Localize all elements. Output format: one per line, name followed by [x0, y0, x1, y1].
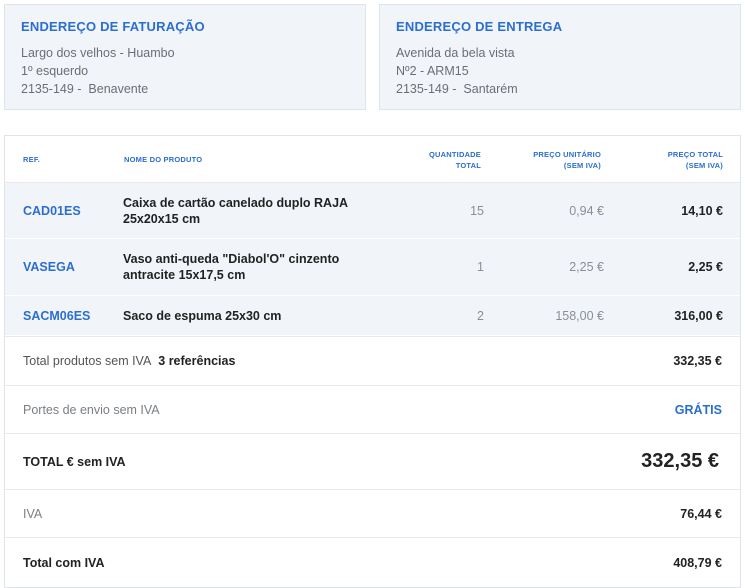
shipping-cost-value: GRÁTIS: [674, 402, 722, 417]
billing-address-card: ENDEREÇO DE FATURAÇÃO Largo dos velhos -…: [4, 4, 366, 110]
header-quantity-line2: TOTAL: [455, 160, 481, 170]
vat-value: 76,44 €: [680, 506, 722, 521]
header-unit-price-line1: PREÇO UNITÁRIO: [533, 149, 601, 159]
billing-address-line: Largo dos velhos - Huambo: [21, 46, 175, 60]
table-row: VASEGA Vaso anti-queda "Diabol'O" cinzen…: [5, 239, 740, 296]
vat-row: IVA 76,44 €: [5, 489, 740, 537]
products-subtotal-text: Total produtos sem IVA: [23, 354, 152, 368]
header-total-price-line2: (SEM IVA): [685, 160, 723, 170]
product-unit-price: 0,94 €: [569, 203, 604, 218]
product-name: Vaso anti-queda "Diabol'O" cinzento antr…: [123, 252, 340, 282]
total-incl-vat-label: Total com IVA: [23, 555, 105, 570]
products-subtotal-value: 332,35 €: [673, 354, 722, 368]
product-quantity: 1: [477, 260, 484, 274]
product-total-price: 2,25 €: [688, 260, 723, 274]
header-ref: REF.: [23, 155, 41, 164]
vat-label: IVA: [23, 506, 43, 521]
product-ref-link[interactable]: SACM06ES: [23, 296, 90, 335]
products-subtotal-row: Total produtos sem IVA 3 referências 332…: [5, 336, 740, 385]
product-ref-link[interactable]: VASEGA: [23, 239, 75, 295]
header-quantity-line1: QUANTIDADE: [429, 149, 481, 159]
table-row: SACM06ES Saco de espuma 25x30 cm 2 158,0…: [5, 296, 740, 336]
total-excl-vat-value: 332,35 €: [638, 450, 722, 473]
total-incl-vat-value: 408,79 €: [673, 555, 722, 570]
shipping-cost-label: Portes de envio sem IVA: [23, 402, 160, 417]
header-unit-price: PREÇO UNITÁRIO (SEM IVA): [505, 136, 601, 183]
product-name: Saco de espuma 25x30 cm: [123, 308, 282, 323]
product-total-price: 14,10 €: [681, 203, 723, 218]
table-header: REF. NOME DO PRODUTO QUANTIDADE TOTAL PRE…: [5, 136, 740, 183]
table-row: CAD01ES Caixa de cartão canelado duplo R…: [5, 183, 740, 239]
billing-address-title: ENDEREÇO DE FATURAÇÃO: [21, 19, 205, 34]
header-total-price: PREÇO TOTAL (SEM IVA): [635, 136, 723, 183]
total-incl-vat-row: Total com IVA 408,79 €: [5, 537, 740, 587]
product-name: Caixa de cartão canelado duplo RAJA 25x2…: [123, 195, 348, 226]
order-summary-table: REF. NOME DO PRODUTO QUANTIDADE TOTAL PRE…: [4, 135, 741, 588]
shipping-cost-row: Portes de envio sem IVA GRÁTIS: [5, 385, 740, 433]
shipping-address-card: ENDEREÇO DE ENTREGA Avenida da bela vist…: [379, 4, 741, 110]
total-excl-vat-row: TOTAL € sem IVA 332,35 €: [5, 433, 740, 489]
header-quantity: QUANTIDADE TOTAL: [405, 136, 481, 183]
product-unit-price: 2,25 €: [569, 260, 604, 274]
header-total-price-line1: PREÇO TOTAL: [667, 149, 723, 159]
shipping-address-line: 2135-149 - Santarém: [396, 82, 518, 96]
billing-address-line: 1º esquerdo: [21, 64, 89, 78]
product-unit-price: 158,00 €: [555, 308, 604, 323]
header-product-name: NOME DO PRODUTO: [124, 155, 203, 164]
product-ref-link[interactable]: CAD01ES: [23, 183, 81, 238]
shipping-address-title: ENDEREÇO DE ENTREGA: [396, 19, 563, 34]
shipping-address-line: Nº2 - ARM15: [396, 64, 469, 78]
product-total-price: 316,00 €: [674, 308, 723, 323]
billing-address-line: 2135-149 - Benavente: [21, 82, 149, 96]
shipping-address-line: Avenida da bela vista: [396, 46, 515, 60]
total-excl-vat-label: TOTAL € sem IVA: [23, 454, 126, 469]
header-unit-price-line2: (SEM IVA): [563, 160, 601, 170]
product-quantity: 15: [470, 203, 484, 218]
products-subtotal-label: Total produtos sem IVA 3 referências: [23, 354, 235, 368]
references-count: 3 referências: [158, 354, 236, 368]
product-quantity: 2: [477, 308, 484, 323]
